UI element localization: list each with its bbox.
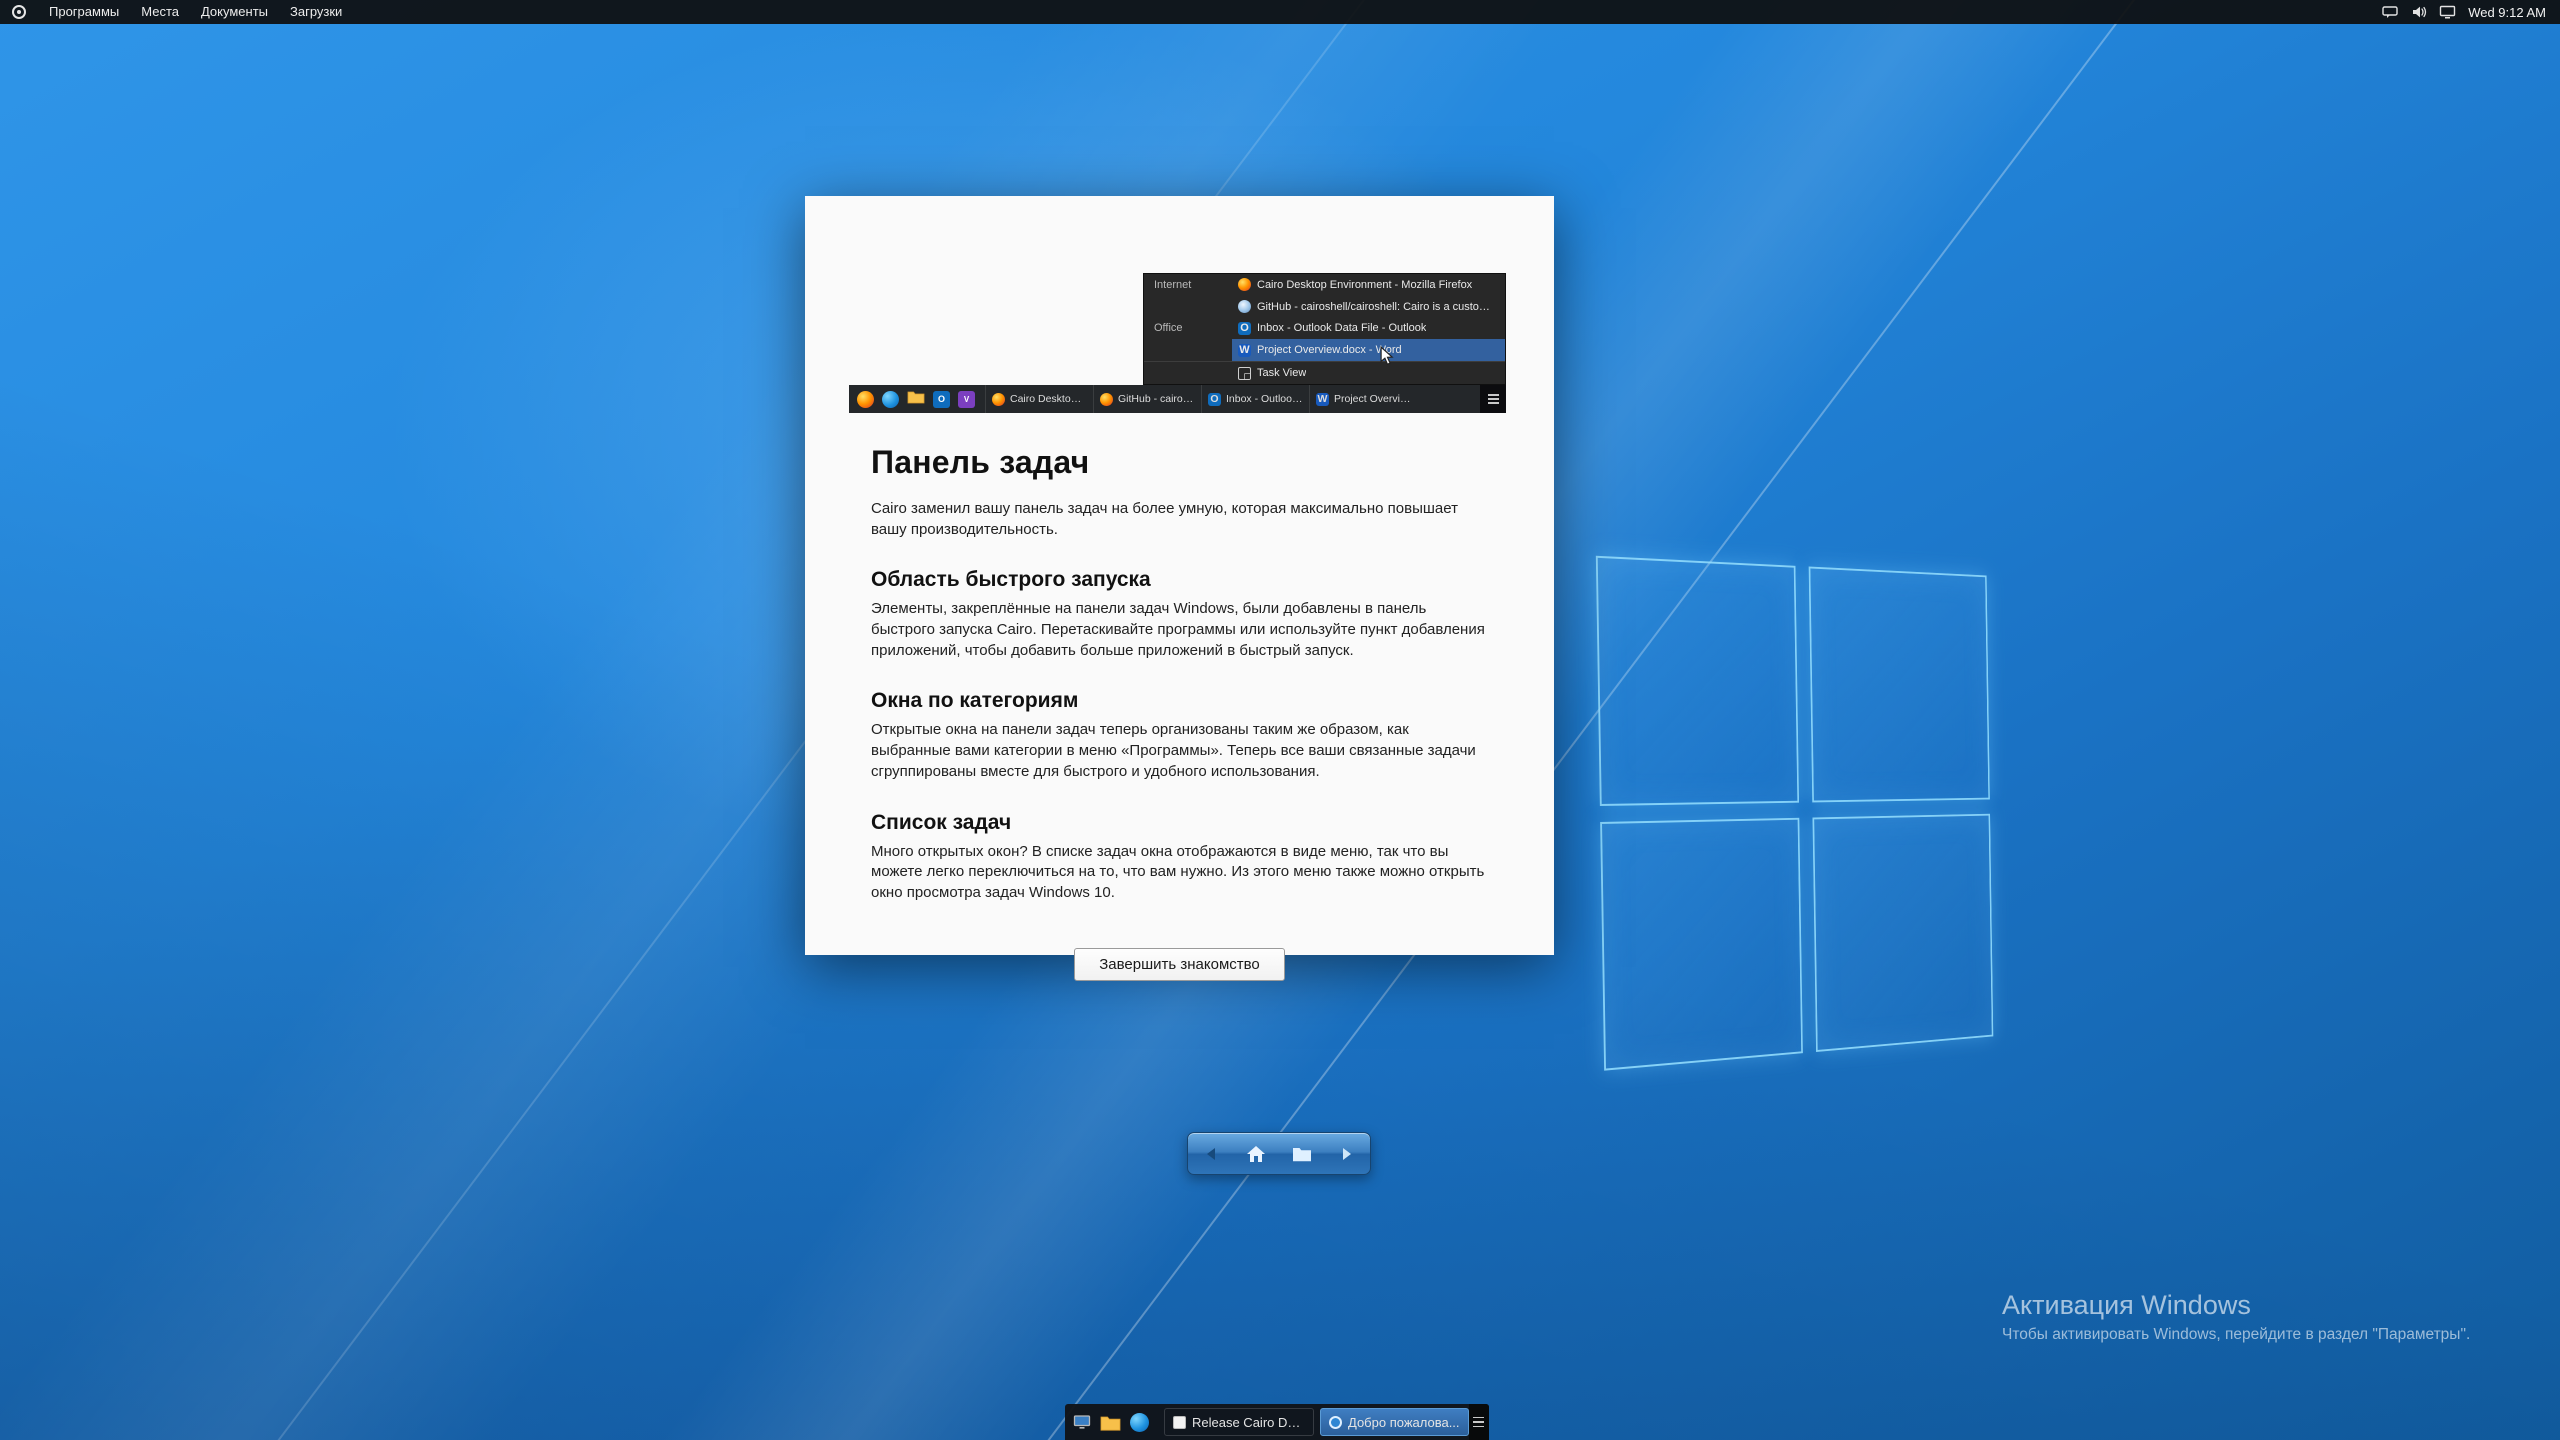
edge-icon: [882, 391, 899, 408]
section-quick-launch: Область быстрого запуска Элементы, закре…: [871, 568, 1488, 661]
menubar-item-documents[interactable]: Документы: [190, 0, 279, 24]
desktop-navigation-dock: [1187, 1132, 1371, 1175]
home-button[interactable]: [1236, 1136, 1276, 1172]
welcome-content: Панель задач Cairo заменил вашу панель з…: [871, 444, 1488, 981]
task-button-release-cairo[interactable]: Release Cairo Des...: [1164, 1408, 1314, 1436]
demo-quick-launch: O V: [857, 389, 985, 409]
folder-icon[interactable]: [1100, 1414, 1121, 1431]
top-menubar: Программы Места Документы Загрузки Wed 9…: [0, 0, 2560, 24]
demo-menu-item-label: Inbox - Outlook Data File - Outlook: [1257, 322, 1426, 334]
firefox-icon: [992, 393, 1005, 406]
forward-button[interactable]: [1327, 1136, 1367, 1172]
windows-logo-pane: [1812, 813, 1993, 1052]
cursor-icon: [1379, 346, 1395, 371]
notifications-icon[interactable]: [2381, 5, 2398, 20]
finish-tour-button[interactable]: Завершить знакомство: [1074, 948, 1285, 981]
demo-menu-row-highlighted: WProject Overview.docx - Word: [1144, 339, 1505, 361]
task-button-label: Release Cairo Des...: [1192, 1415, 1305, 1430]
activation-title: Активация Windows: [2002, 1290, 2470, 1321]
folder-icon: [907, 389, 925, 409]
visual-studio-icon: V: [958, 391, 975, 408]
demo-menu-row: Office O Inbox - Outlook Data File - Outl…: [1144, 318, 1505, 340]
section-body: Много открытых окон? В списке задач окна…: [871, 842, 1488, 904]
demo-menu-category: Internet: [1144, 279, 1232, 291]
demo-task-button: O Inbox - Outlook...: [1201, 385, 1309, 413]
demo-task-button-label: GitHub - cairoshe...: [1118, 393, 1195, 405]
cairo-logo-icon[interactable]: [12, 5, 26, 19]
page-title: Панель задач: [871, 444, 1488, 481]
welcome-window: Internet Cairo Desktop Environment - Moz…: [805, 196, 1554, 955]
demo-task-button-label: Inbox - Outlook...: [1226, 393, 1303, 405]
outlook-icon: O: [1238, 322, 1251, 335]
demo-menu-row: Internet Cairo Desktop Environment - Moz…: [1144, 274, 1505, 296]
demo-taskbar-menu-icon: [1480, 385, 1506, 413]
task-view-icon: [1238, 367, 1251, 380]
menubar-item-programs[interactable]: Программы: [38, 0, 130, 24]
desktop: Программы Места Документы Загрузки Wed 9…: [0, 0, 2560, 1440]
section-task-list: Список задач Много открытых окон? В спис…: [871, 811, 1488, 904]
demo-task-button: GitHub - cairoshe...: [1093, 385, 1201, 413]
demo-menu-category: Office: [1144, 322, 1232, 334]
demo-menu-row: GitHub - cairoshell/cairoshell: Cairo is…: [1144, 296, 1505, 318]
outlook-icon: O: [1208, 393, 1221, 406]
intro-text: Cairo заменил вашу панель задач на более…: [871, 499, 1488, 540]
edge-icon[interactable]: [1130, 1413, 1149, 1432]
demo-task-button: W Project Overview...: [1309, 385, 1417, 413]
demo-taskbar-menu: Internet Cairo Desktop Environment - Moz…: [1143, 273, 1506, 385]
demo-taskbar: O V Cairo Desktop En... GitHub - cairosh…: [849, 385, 1506, 413]
section-categorized-windows: Окна по категориям Открытые окна на пане…: [871, 689, 1488, 782]
page-icon: [1173, 1416, 1186, 1429]
activation-subtitle: Чтобы активировать Windows, перейдите в …: [2002, 1326, 2470, 1344]
firefox-icon: [1238, 278, 1251, 291]
demo-menu-item-label: Cairo Desktop Environment - Mozilla Fire…: [1257, 279, 1472, 291]
windows-logo: [1596, 556, 1993, 1071]
demo-menu-row: Task View: [1144, 361, 1505, 384]
section-heading: Окна по категориям: [871, 689, 1488, 713]
task-list-menu-icon[interactable]: [1469, 1404, 1489, 1440]
section-body: Открытые окна на панели задач теперь орг…: [871, 720, 1488, 782]
windows-logo-pane: [1596, 556, 1799, 806]
demo-task-button-label: Project Overview...: [1334, 393, 1411, 405]
section-body: Элементы, закреплённые на панели задач W…: [871, 599, 1488, 661]
demo-task-button: Cairo Desktop En...: [985, 385, 1093, 413]
menubar-item-downloads[interactable]: Загрузки: [279, 0, 353, 24]
task-button-welcome[interactable]: Добро пожалова...: [1320, 1408, 1469, 1436]
windows-logo-pane: [1809, 567, 1990, 802]
github-icon: [1238, 300, 1251, 313]
cairo-icon: [1329, 1416, 1342, 1429]
folder-button[interactable]: [1282, 1136, 1322, 1172]
taskbar: Release Cairo Des... Добро пожалова...: [1065, 1404, 1489, 1440]
volume-icon[interactable]: [2410, 5, 2427, 20]
outlook-icon: O: [933, 391, 950, 408]
back-button[interactable]: [1191, 1136, 1231, 1172]
section-heading: Область быстрого запуска: [871, 568, 1488, 592]
firefox-icon: [1100, 393, 1113, 406]
activation-watermark: Активация Windows Чтобы активировать Win…: [2002, 1290, 2470, 1344]
desktop-icon[interactable]: [1073, 1414, 1091, 1430]
windows-logo-pane: [1600, 817, 1803, 1070]
menubar-item-places[interactable]: Места: [130, 0, 190, 24]
word-icon: W: [1238, 344, 1251, 357]
demo-menu-item-label: GitHub - cairoshell/cairoshell: Cairo is…: [1257, 301, 1499, 313]
firefox-icon: [857, 391, 874, 408]
demo-menu-item-label: Task View: [1257, 367, 1306, 379]
display-icon[interactable]: [2439, 5, 2456, 20]
section-heading: Список задач: [871, 811, 1488, 835]
task-button-label: Добро пожалова...: [1348, 1415, 1460, 1430]
menubar-clock[interactable]: Wed 9:12 AM: [2468, 5, 2546, 20]
demo-task-button-label: Cairo Desktop En...: [1010, 393, 1087, 405]
word-icon: W: [1316, 393, 1329, 406]
